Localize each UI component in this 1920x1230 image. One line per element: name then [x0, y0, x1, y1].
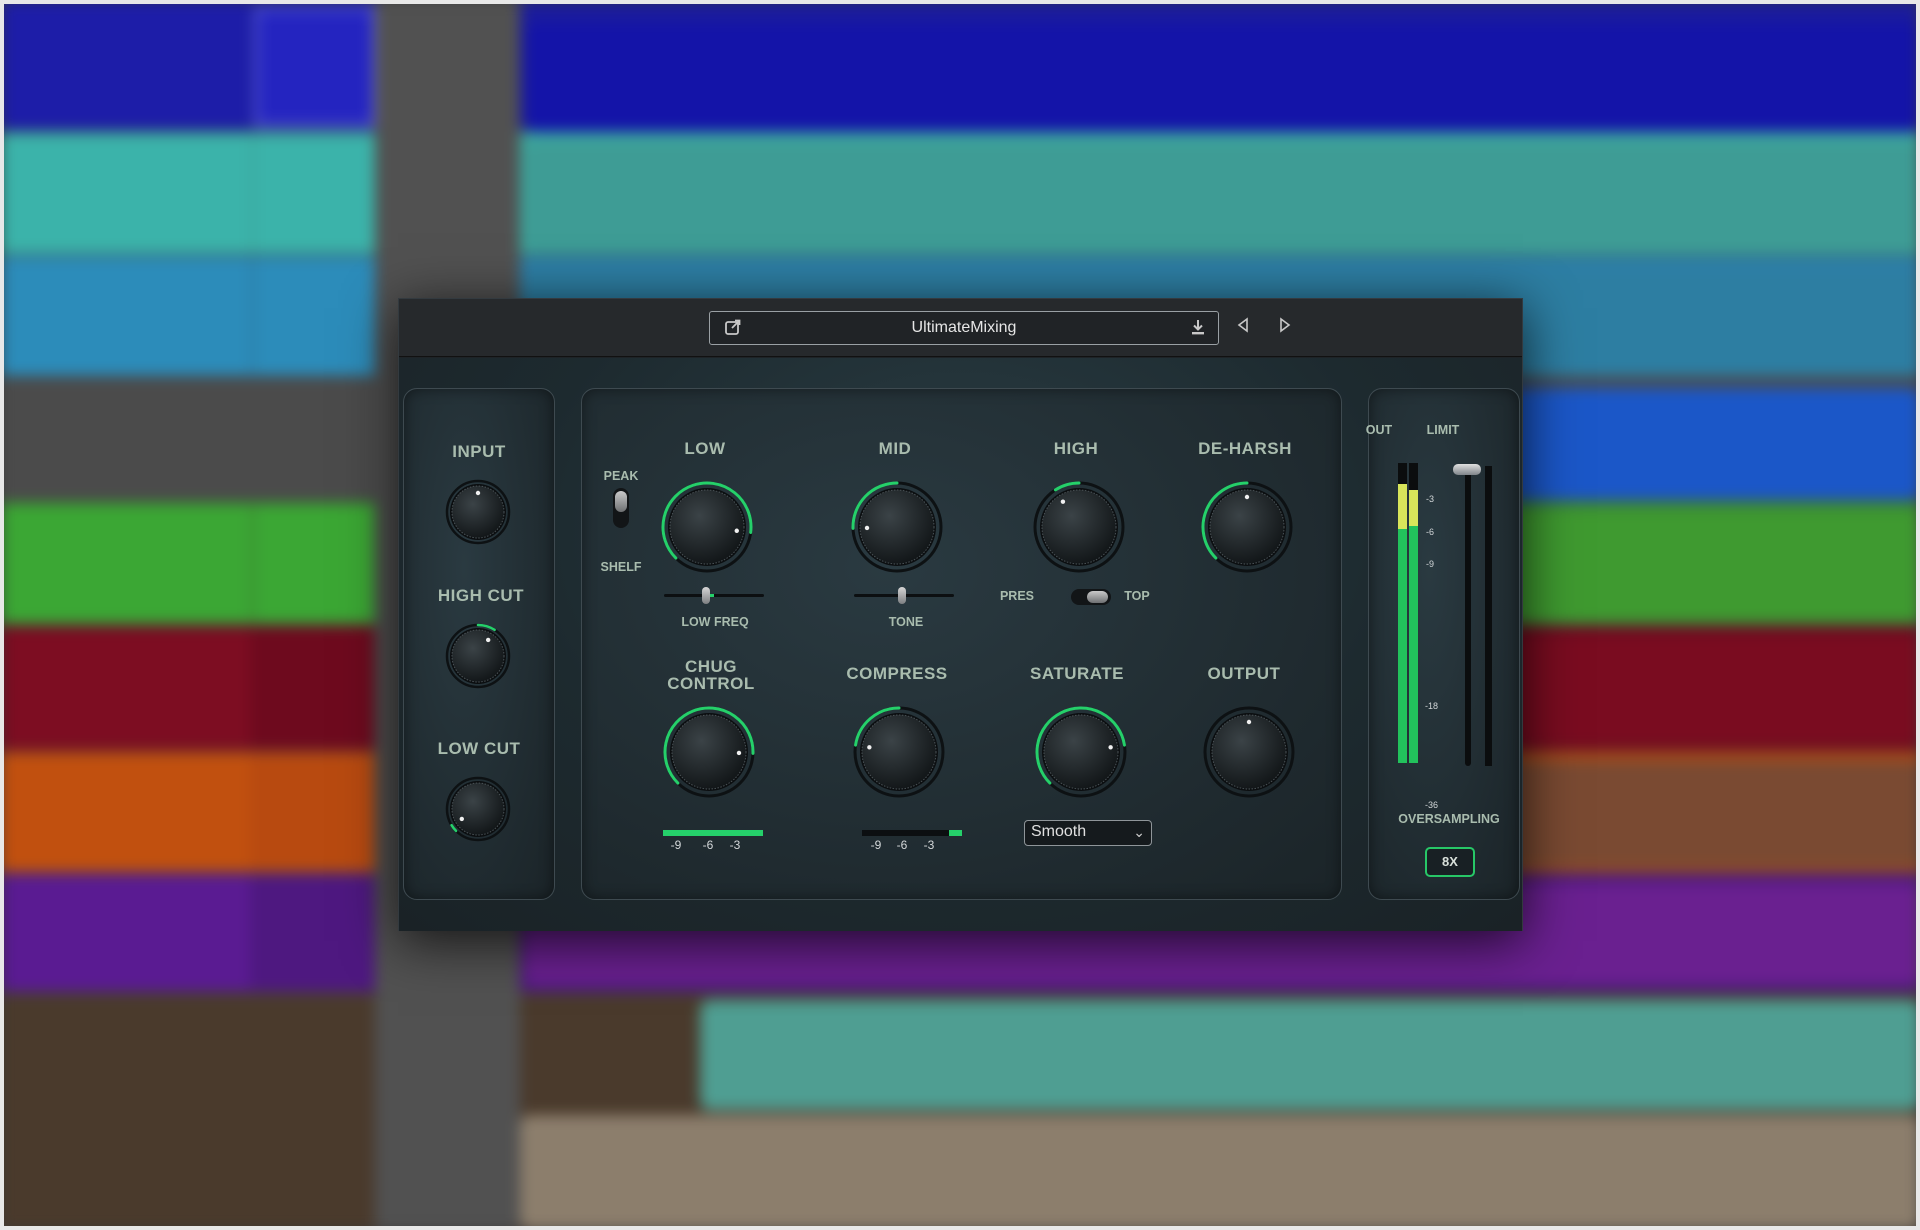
de-harsh-label: DE-HARSH	[1198, 439, 1292, 458]
low-knob[interactable]	[661, 481, 753, 573]
saturate-mode-dropdown[interactable]: Smooth ⌄	[1024, 820, 1152, 846]
track-header	[255, 136, 375, 252]
track-header	[5, 0, 250, 130]
de-harsh-knob[interactable]	[1201, 481, 1293, 573]
low-freq-label: LOW FREQ	[681, 615, 749, 629]
pres-top-toggle[interactable]	[1071, 589, 1111, 605]
meter-tick: -6	[1426, 527, 1435, 537]
oversampling-label: OVERSAMPLING	[1398, 812, 1500, 826]
out-meter-label: OUT	[1365, 423, 1393, 437]
meter-tick: -3	[1426, 494, 1435, 504]
input-label: INPUT	[452, 442, 506, 461]
track-header	[5, 136, 250, 252]
track-header	[255, 506, 375, 622]
track-header	[5, 258, 250, 374]
chevron-down-icon: ⌄	[1133, 824, 1145, 840]
plugin-window: UltimateMixing INPUT HIGH CUT LOW CUT LO…	[398, 298, 1523, 931]
output-meter-right	[1409, 463, 1418, 763]
top-label: TOP	[1124, 589, 1150, 603]
high-cut-label: HIGH CUT	[437, 586, 525, 605]
chug-gain-meter	[663, 830, 763, 836]
preset-selector[interactable]: UltimateMixing	[709, 311, 1219, 345]
compress-knob[interactable]	[853, 706, 945, 798]
meter-tick: -9	[1426, 559, 1435, 569]
low-cut-label: LOW CUT	[437, 739, 521, 758]
triangle-left-icon[interactable]	[1233, 317, 1253, 337]
output-knob[interactable]	[1203, 706, 1295, 798]
meter-tick: -36	[1425, 800, 1439, 810]
saturate-mode-value: Smooth	[1031, 823, 1087, 840]
high-label: HIGH	[1053, 439, 1099, 458]
chug-control-label-1: CHUG	[684, 657, 738, 676]
low-label: LOW	[684, 439, 726, 458]
high-knob[interactable]	[1033, 481, 1125, 573]
track-header	[5, 876, 250, 990]
track-header	[255, 8, 375, 126]
plugin-header-bar: UltimateMixing	[399, 299, 1522, 357]
output-label: OUTPUT	[1207, 664, 1281, 683]
audio-clip	[520, 1115, 1920, 1230]
input-knob[interactable]	[445, 479, 511, 545]
audio-clip	[526, 22, 1920, 132]
peak-shelf-toggle[interactable]	[613, 488, 629, 528]
gr-tick: -6	[702, 838, 714, 852]
gr-tick: -6	[896, 838, 908, 852]
download-icon[interactable]	[1190, 318, 1206, 341]
limit-slider-handle[interactable]	[1453, 464, 1481, 475]
audio-clip	[700, 1000, 1920, 1110]
gr-tick: -3	[729, 838, 741, 852]
tone-slider[interactable]	[854, 587, 954, 604]
saturate-label: SATURATE	[1029, 664, 1125, 683]
oversampling-button[interactable]: 8X	[1425, 847, 1475, 877]
limit-slider-track[interactable]	[1465, 470, 1471, 766]
plugin-body: INPUT HIGH CUT LOW CUT LOW MID HIGH DE-H…	[399, 358, 1522, 931]
gr-tick: -3	[923, 838, 935, 852]
preset-name: UltimateMixing	[911, 319, 1017, 336]
chug-control-label-2: CONTROL	[667, 674, 755, 693]
tone-label: TONE	[888, 615, 924, 629]
track-header	[5, 506, 250, 622]
gr-tick: -9	[670, 838, 682, 852]
track-header	[5, 754, 250, 870]
meter-tick: -18	[1425, 701, 1439, 711]
limit-gr-meter	[1485, 466, 1492, 766]
low-freq-slider[interactable]	[664, 587, 764, 604]
high-cut-knob[interactable]	[445, 623, 511, 689]
audio-clip	[526, 142, 1920, 250]
saturate-knob[interactable]	[1035, 706, 1127, 798]
main-panel	[581, 388, 1342, 900]
output-meter-left	[1398, 463, 1407, 763]
compress-gain-reduction-meter	[862, 830, 962, 836]
chug-control-knob[interactable]	[663, 706, 755, 798]
track-header	[255, 258, 375, 374]
pres-label: PRES	[999, 589, 1035, 603]
gr-tick: -9	[870, 838, 882, 852]
triangle-right-icon[interactable]	[1275, 317, 1295, 337]
mid-label: MID	[878, 439, 912, 458]
compress-label: COMPRESS	[846, 664, 948, 683]
track-header	[5, 630, 250, 748]
low-cut-knob[interactable]	[445, 776, 511, 842]
mid-knob[interactable]	[851, 481, 943, 573]
limit-label: LIMIT	[1426, 423, 1460, 437]
